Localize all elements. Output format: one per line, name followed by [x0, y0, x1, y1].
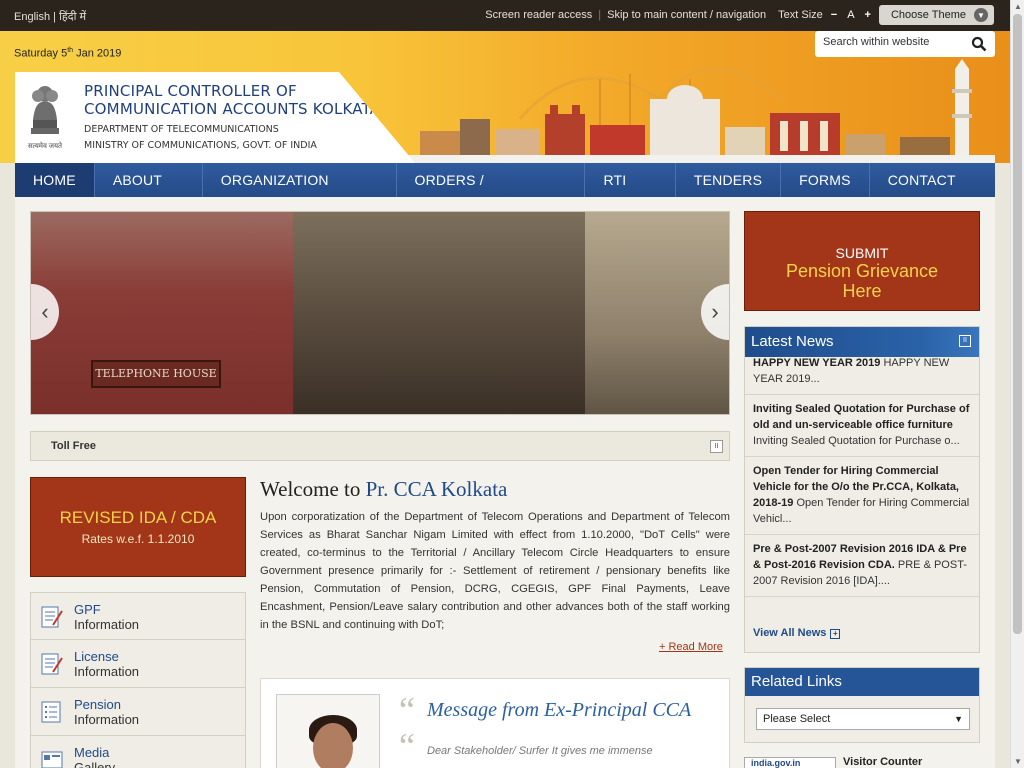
text-size-label: Text Size	[778, 9, 823, 21]
info-link-gpf[interactable]: GPF Information	[30, 592, 246, 640]
plus-icon: +	[830, 629, 841, 639]
text-decrease-button[interactable]: −	[829, 9, 839, 21]
related-links-select[interactable]: Please Select ▼	[756, 708, 970, 730]
ida-subtitle: Rates w.e.f. 1.1.2010	[81, 532, 195, 546]
lang-separator: |	[53, 11, 56, 23]
information-links: GPF Information License Information Pens…	[30, 592, 246, 768]
slide-image-event	[293, 212, 585, 414]
nav-about-us[interactable]: ABOUT US	[95, 163, 203, 222]
quote-open-icon: “	[399, 726, 415, 766]
emblem-motto: सत्यमेव जयते	[27, 143, 63, 150]
news-item[interactable]: Inviting Sealed Quotation for Purchase o…	[745, 395, 979, 457]
screen-reader-link[interactable]: Screen reader access	[485, 9, 592, 21]
news-list: HAPPY NEW YEAR 2019 HAPPY NEW YEAR 2019.…	[745, 357, 979, 597]
latest-news-panel: Latest News II HAPPY NEW YEAR 2019 HAPPY…	[744, 326, 980, 653]
india-gov-badge[interactable]: india.gov.in	[744, 757, 836, 768]
lang-hindi-link[interactable]: हिंदी में	[59, 11, 86, 23]
gpf-document-icon	[41, 606, 63, 628]
pension-submit-label: SUBMIT	[835, 245, 889, 261]
ida-title: REVISED IDA / CDA	[59, 508, 217, 527]
search-input[interactable]	[823, 36, 963, 48]
read-more-link[interactable]: + Read More	[659, 641, 723, 653]
scroll-up-icon[interactable]: ▲	[1014, 2, 1022, 11]
separator: |	[598, 9, 602, 21]
pension-grievance-label: Pension Grievance	[785, 261, 939, 281]
ex-principal-photo	[276, 694, 380, 768]
message-body: Dear Stakeholder/ Surfer It gives me imm…	[427, 745, 653, 757]
visitor-counter-label: Visitor Counter	[843, 756, 923, 768]
pause-icon[interactable]: II	[959, 335, 971, 347]
page-scrollbar[interactable]: ▲ ▼	[1010, 0, 1024, 768]
info-link-media[interactable]: Media Gallery	[30, 736, 246, 768]
choose-theme-button[interactable]: Choose Theme ▼	[878, 5, 994, 25]
nav-orders-circulars[interactable]: ORDERS / CIRCULARS	[397, 163, 586, 222]
language-switcher: English | हिंदी में	[14, 9, 86, 24]
building-sign: TELEPHONE HOUSE	[91, 360, 221, 388]
revised-ida-cda-banner[interactable]: REVISED IDA / CDA Rates w.e.f. 1.1.2010	[30, 477, 246, 577]
site-search	[815, 31, 995, 57]
text-increase-button[interactable]: +	[863, 9, 873, 21]
text-normal-button[interactable]: A	[845, 9, 856, 21]
media-gallery-icon	[41, 751, 63, 768]
nav-tenders[interactable]: TENDERS	[676, 163, 782, 197]
news-item[interactable]: Open Tender for Hiring Commercial Vehicl…	[745, 457, 979, 535]
welcome-section: Welcome to Pr. CCA Kolkata Upon corporat…	[260, 477, 730, 634]
nav-home[interactable]: HOME	[15, 163, 95, 197]
chevron-down-icon: ▼	[954, 714, 963, 724]
logo-panel: सत्यमेव जयते PRINCIPAL CONTROLLER OF COM…	[15, 72, 415, 163]
lang-english-link[interactable]: English	[14, 11, 50, 23]
pause-icon[interactable]: II	[710, 440, 723, 453]
message-title[interactable]: Message from Ex-Principal CCA	[427, 699, 691, 722]
related-links-title: Related Links	[745, 668, 979, 696]
news-item[interactable]: Pre & Post-2007 Revision 2016 IDA & Pre …	[745, 535, 979, 597]
nav-forms[interactable]: FORMS	[781, 163, 870, 197]
ticker-text[interactable]: Toll Free	[51, 440, 96, 452]
main-content: TELEPHONE HOUSE ‹ › Toll Free II REVISED…	[15, 197, 995, 768]
license-document-icon	[41, 653, 63, 675]
nav-rti-act[interactable]: RTI ACT	[585, 163, 676, 222]
top-bar: English | हिंदी में Screen reader access…	[0, 0, 1010, 31]
organization-subtitle: DEPARTMENT OF TELECOMMUNICATIONS MINISTR…	[84, 124, 317, 151]
search-icon[interactable]	[971, 36, 987, 55]
message-box: “ Message from Ex-Principal CCA “ Dear S…	[260, 678, 730, 768]
skip-to-content-link[interactable]: Skip to main content / navigation	[607, 9, 766, 21]
nav-organization-chart[interactable]: ORGANIZATION CHART	[203, 163, 397, 222]
city-skyline-banner	[420, 59, 972, 163]
main-navigation: HOME ABOUT US ORGANIZATION CHART ORDERS …	[15, 163, 995, 222]
chevron-down-icon: ▼	[974, 8, 988, 22]
info-link-pension[interactable]: Pension Information	[30, 688, 246, 736]
nav-contact-us[interactable]: CONTACT US	[870, 163, 995, 222]
choose-theme-label: Choose Theme	[890, 9, 966, 21]
latest-news-header: Latest News II	[745, 327, 979, 357]
welcome-body: Upon corporatization of the Department o…	[260, 511, 730, 631]
accessibility-links: Screen reader access | Skip to main cont…	[485, 5, 994, 25]
info-link-license[interactable]: License Information	[30, 640, 246, 688]
image-slider: TELEPHONE HOUSE ‹ ›	[30, 211, 730, 415]
pension-list-icon	[41, 701, 61, 723]
related-links-panel: Related Links Please Select ▼	[744, 667, 980, 743]
news-item[interactable]: HAPPY NEW YEAR 2019 HAPPY NEW YEAR 2019.…	[745, 357, 979, 395]
latest-news-title: Latest News	[751, 333, 834, 350]
organization-title[interactable]: PRINCIPAL CONTROLLER OF COMMUNICATION AC…	[84, 82, 380, 118]
visitor-counter: india.gov.in Visitor Counter	[744, 755, 980, 768]
scroll-thumb[interactable]	[1013, 14, 1022, 634]
announcement-ticker: Toll Free II	[30, 431, 730, 461]
current-date: Saturday 5th Jan 2019	[14, 47, 122, 60]
pension-grievance-banner[interactable]: SUBMIT Pension Grievance Here	[744, 211, 980, 311]
pension-here-label: Here	[842, 281, 882, 301]
view-all-news-link[interactable]: View All News +	[753, 627, 841, 639]
national-emblem: सत्यमेव जयते	[25, 80, 65, 152]
site-header: Saturday 5th Jan 2019 सत्यमेव जयते PRINC…	[0, 31, 1010, 163]
scroll-down-icon[interactable]: ▼	[1014, 757, 1022, 766]
welcome-heading: Welcome to Pr. CCA Kolkata	[260, 477, 508, 501]
